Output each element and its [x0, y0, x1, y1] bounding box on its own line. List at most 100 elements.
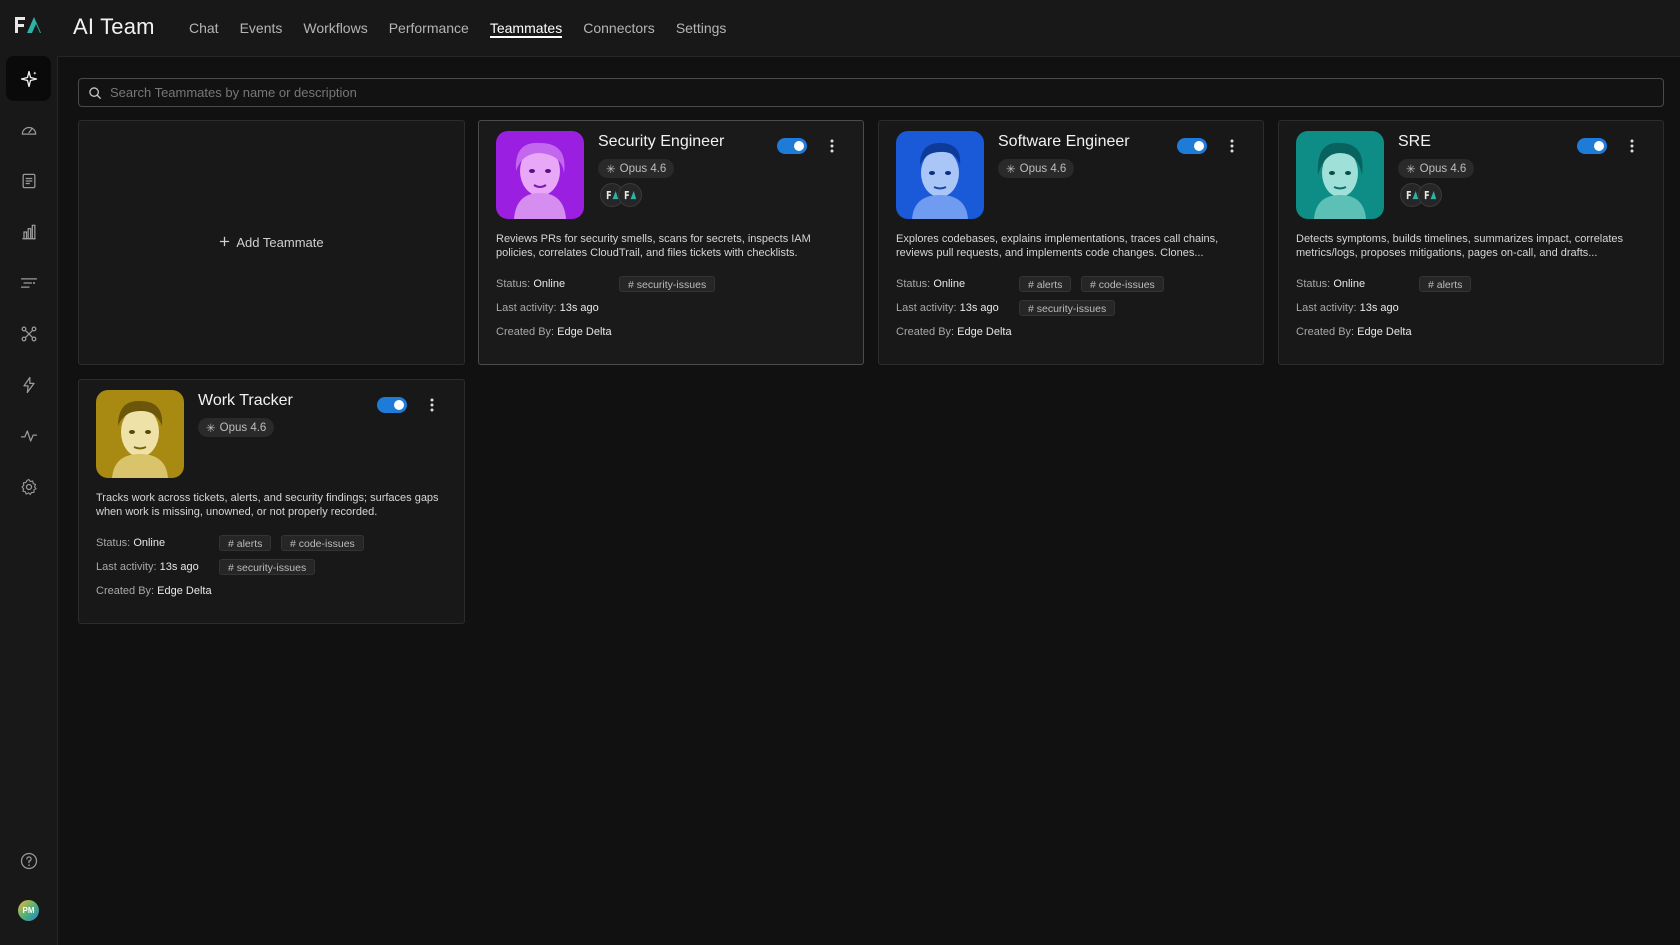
created-by-label: Created By: [1296, 326, 1355, 338]
model-label: Opus 4.6 [1019, 162, 1067, 175]
user-avatar[interactable]: PM [18, 900, 39, 921]
lightning-icon [22, 376, 35, 393]
tab-performance[interactable]: Performance [389, 0, 469, 56]
top-nav: Chat Events Workflows Performance Teamma… [189, 0, 747, 56]
last-activity-value: 13s ago [1359, 302, 1399, 314]
channel-tag[interactable]: # security-issues [619, 276, 716, 292]
created-by-row: Created By: Edge Delta [1296, 326, 1412, 338]
teammate-name: Work Tracker [198, 392, 293, 409]
teammate-portrait [96, 390, 184, 478]
filter-lines-icon [20, 277, 37, 288]
created-by-value: Edge Delta [957, 326, 1012, 338]
last-activity-row: Last activity: 13s ago [896, 302, 999, 314]
channel-tag[interactable]: # security-issues [219, 559, 316, 575]
last-activity-value: 13s ago [159, 561, 199, 573]
pulse-icon [20, 429, 37, 442]
model-badge: ✳ Opus 4.6 [598, 159, 675, 178]
tab-events[interactable]: Events [240, 0, 283, 56]
last-activity-row: Last activity: 13s ago [1296, 302, 1399, 314]
enable-toggle[interactable] [377, 397, 407, 413]
teammate-description: Explores codebases, explains implementat… [896, 233, 1219, 259]
teammate-card[interactable]: SRE ✳ Opus 4.6 Detects symptoms, builds … [1278, 120, 1664, 365]
teammate-card[interactable]: Work Tracker ✳ Opus 4.6 Tracks work acro… [78, 379, 465, 624]
channel-tag[interactable]: # alerts [1019, 276, 1072, 292]
edge-delta-icon [1418, 183, 1442, 207]
status-label: Status: [496, 278, 531, 290]
tab-workflows[interactable]: Workflows [303, 0, 367, 56]
created-by-value: Edge Delta [557, 326, 612, 338]
tab-teammates[interactable]: Teammates [489, 0, 563, 56]
status-label: Status: [96, 537, 131, 549]
more-options-icon[interactable] [1627, 136, 1637, 156]
status-value: Online [533, 278, 566, 290]
teammate-description: Tracks work across tickets, alerts, and … [96, 492, 439, 518]
search-bar [78, 78, 1664, 107]
last-activity-label: Last activity: [96, 561, 157, 573]
tab-chat[interactable]: Chat [189, 0, 219, 56]
status-value: Online [1333, 278, 1366, 290]
channel-tag[interactable]: # code-issues [281, 535, 364, 551]
last-activity-value: 13s ago [959, 302, 999, 314]
more-options-icon[interactable] [427, 395, 437, 415]
channel-tag[interactable]: # security-issues [1019, 300, 1116, 316]
asterisk-icon: ✳ [1406, 163, 1416, 176]
tab-connectors[interactable]: Connectors [583, 0, 655, 56]
search-input[interactable] [108, 84, 1663, 101]
add-teammate-button[interactable]: Add Teammate [219, 235, 324, 250]
sidebar-item-settings[interactable] [6, 464, 51, 509]
sidebar-item-ai-team[interactable] [6, 56, 51, 101]
bar-chart-icon [21, 224, 36, 239]
sidebar-item-pipelines[interactable] [6, 260, 51, 305]
teammate-portrait [896, 131, 984, 219]
status-label: Status: [896, 278, 931, 290]
created-by-value: Edge Delta [1357, 326, 1412, 338]
sidebar-item-logs[interactable] [6, 158, 51, 203]
asterisk-icon: ✳ [206, 422, 216, 435]
channel-tag[interactable]: # code-issues [1081, 276, 1164, 292]
status-row: Status: Online [1296, 278, 1365, 290]
teammate-card[interactable]: Software Engineer ✳ Opus 4.6 Explores co… [878, 120, 1264, 365]
more-options-icon[interactable] [827, 136, 837, 156]
channel-icons [1400, 183, 1442, 207]
page-title: AI Team [73, 14, 155, 39]
status-label: Status: [1296, 278, 1331, 290]
sidebar-item-dashboard[interactable] [6, 107, 51, 152]
model-label: Opus 4.6 [1419, 162, 1467, 175]
help-button[interactable] [6, 838, 51, 883]
enable-toggle[interactable] [777, 138, 807, 154]
asterisk-icon: ✳ [606, 163, 616, 176]
model-label: Opus 4.6 [619, 162, 667, 175]
status-value: Online [133, 537, 166, 549]
status-row: Status: Online [496, 278, 565, 290]
last-activity-value: 13s ago [559, 302, 599, 314]
created-by-row: Created By: Edge Delta [896, 326, 1012, 338]
model-badge: ✳ Opus 4.6 [998, 159, 1075, 178]
add-teammate-label: Add Teammate [236, 235, 324, 250]
add-teammate-card[interactable]: Add Teammate [78, 120, 465, 365]
created-by-label: Created By: [496, 326, 555, 338]
last-activity-label: Last activity: [496, 302, 557, 314]
sidebar-item-metrics[interactable] [6, 209, 51, 254]
channel-tag[interactable]: # alerts [219, 535, 272, 551]
channel-tag[interactable]: # alerts [1419, 276, 1472, 292]
tab-settings[interactable]: Settings [676, 0, 727, 56]
edge-delta-icon [618, 183, 642, 207]
plus-icon [219, 235, 230, 250]
sidebar-item-monitors[interactable] [6, 413, 51, 458]
edge-delta-logo[interactable] [13, 14, 43, 36]
sidebar-item-integrations[interactable] [6, 311, 51, 356]
sidebar-item-triggers[interactable] [6, 362, 51, 407]
teammate-portrait [1296, 131, 1384, 219]
more-options-icon[interactable] [1227, 136, 1237, 156]
enable-toggle[interactable] [1177, 138, 1207, 154]
teammate-name: SRE [1398, 133, 1431, 150]
model-badge: ✳ Opus 4.6 [1398, 159, 1475, 178]
graph-nodes-icon [21, 326, 36, 341]
teammate-card[interactable]: Security Engineer ✳ Opus 4.6 Reviews PRs… [478, 120, 864, 365]
enable-toggle[interactable] [1577, 138, 1607, 154]
gauge-icon [21, 126, 36, 135]
created-by-row: Created By: Edge Delta [96, 585, 212, 597]
status-row: Status: Online [96, 537, 165, 549]
created-by-row: Created By: Edge Delta [496, 326, 612, 338]
sidebar: PM [0, 0, 58, 945]
